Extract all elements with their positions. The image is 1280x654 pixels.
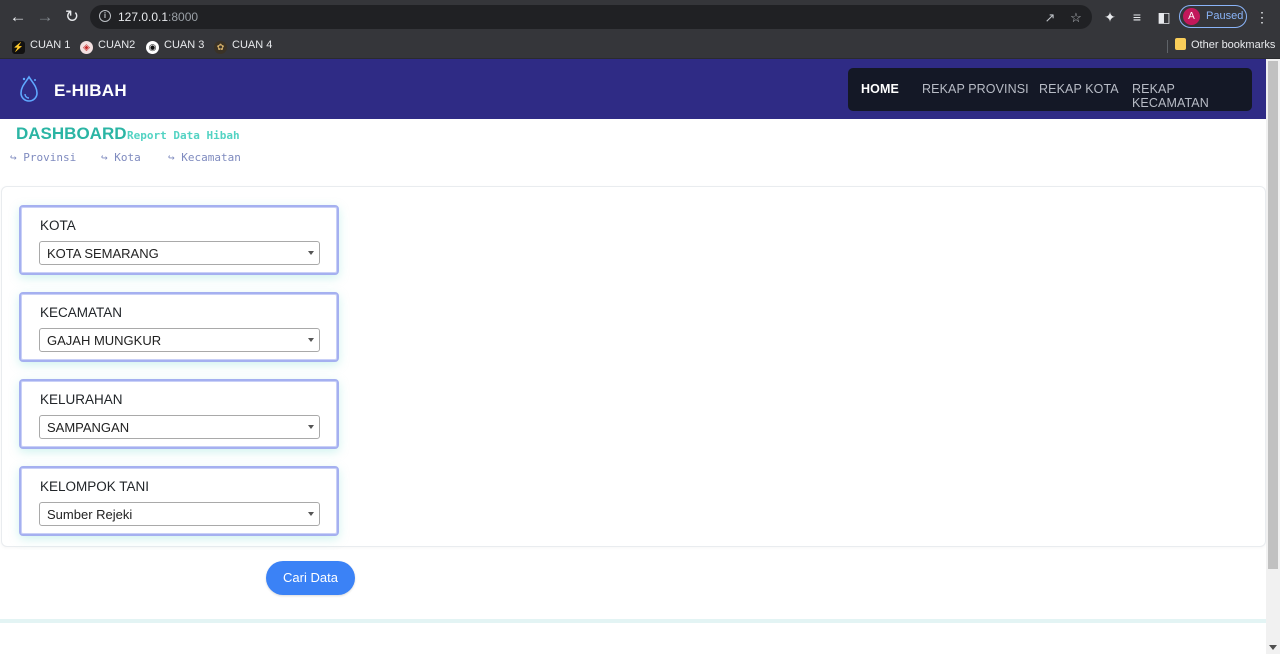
bookmark-cuan-2[interactable]: ◈ CUAN2 [80, 37, 136, 54]
circle-logo-icon: ◉ [146, 41, 159, 54]
url-text[interactable]: 127.0.0.1:8000 [118, 10, 198, 24]
other-bookmarks-label: Other bookmarks [1191, 39, 1276, 51]
url-host: 127.0.0.1 [118, 10, 169, 24]
badge-icon: ✿ [214, 41, 227, 54]
bookmark-label: CUAN 1 [30, 39, 71, 51]
kelurahan-field-box: KELURAHAN SAMPANGAN [19, 379, 339, 449]
chevron-down-icon [308, 251, 314, 255]
menu-item-rekap-provinsi[interactable]: REKAP PROVINSI [922, 82, 1029, 96]
kebab-menu-icon[interactable]: ⋮ [1253, 8, 1271, 26]
kelompok-tani-field-box: KELOMPOK TANI Sumber Rejeki [19, 466, 339, 536]
breadcrumb-label: Provinsi [23, 151, 77, 164]
kota-select[interactable]: KOTA SEMARANG [39, 241, 320, 265]
page-subtitle: Report Data Hibah [127, 129, 240, 142]
lightning-icon: ⚡ [12, 41, 25, 54]
browser-toolbar: ← → ↻ i 127.0.0.1:8000 ↗ ☆ ✦ ≡ ◧ A Pause… [0, 0, 1280, 33]
reload-icon[interactable]: ↻ [62, 7, 82, 27]
chevron-down-icon [308, 338, 314, 342]
kecamatan-field-box: KECAMATAN GAJAH MUNGKUR [19, 292, 339, 362]
site-info-icon[interactable]: i [99, 10, 111, 22]
return-arrow-icon: ↪ [10, 151, 17, 164]
menu-item-rekap-kota[interactable]: REKAP KOTA [1039, 82, 1119, 96]
bookmark-label: CUAN 4 [232, 39, 273, 51]
scroll-down-arrow-icon[interactable] [1269, 645, 1277, 650]
kelurahan-label: KELURAHAN [40, 392, 123, 407]
share-icon[interactable]: ↗ [1041, 10, 1059, 26]
menu-item-home[interactable]: HOME [861, 82, 899, 96]
top-navbar: E-HIBAH HOME REKAP PROVINSI REKAP KOTA R… [0, 59, 1266, 119]
kecamatan-label: KECAMATAN [40, 305, 123, 320]
url-port: :8000 [168, 10, 199, 24]
kecamatan-selected-value: GAJAH MUNGKUR [47, 333, 162, 348]
main-menu: HOME REKAP PROVINSI REKAP KOTA REKAP KEC… [848, 68, 1252, 111]
kelompok-tani-label: KELOMPOK TANI [40, 479, 150, 494]
bookmark-star-icon[interactable]: ☆ [1067, 10, 1085, 26]
bookmark-label: CUAN 3 [164, 39, 205, 51]
breadcrumb-kota[interactable]: ↪ Kota [101, 151, 141, 164]
side-panel-icon[interactable]: ◧ [1155, 8, 1173, 26]
bookmarks-divider [1167, 40, 1168, 53]
kota-selected-value: KOTA SEMARANG [47, 246, 159, 261]
kelompok-tani-select[interactable]: Sumber Rejeki [39, 502, 320, 526]
folder-icon [1175, 38, 1186, 50]
avatar: A [1183, 8, 1200, 25]
bookmark-cuan-4[interactable]: ✿ CUAN 4 [214, 37, 273, 54]
forward-arrow-icon[interactable]: → [35, 7, 55, 27]
breadcrumb-kecamatan[interactable]: ↪ Kecamatan [168, 151, 241, 164]
breadcrumb-label: Kota [114, 151, 141, 164]
kelompok-tani-selected-value: Sumber Rejeki [47, 507, 133, 522]
shield-icon: ◈ [80, 41, 93, 54]
bookmark-cuan-1[interactable]: ⚡ CUAN 1 [12, 37, 71, 54]
page-title: DASHBOARD [16, 124, 127, 143]
page-scrollbar[interactable] [1266, 59, 1280, 654]
kota-label: KOTA [40, 218, 76, 233]
cari-data-button[interactable]: Cari Data [266, 561, 355, 595]
bookmark-label: CUAN2 [98, 39, 136, 51]
profile-button[interactable]: A Paused [1179, 5, 1247, 28]
return-arrow-icon: ↪ [168, 151, 175, 164]
profile-status: Paused [1206, 10, 1244, 22]
address-bar[interactable]: i 127.0.0.1:8000 ↗ ☆ [90, 5, 1092, 29]
return-arrow-icon: ↪ [101, 151, 108, 164]
breadcrumb-label: Kecamatan [181, 151, 241, 164]
chevron-down-icon [308, 425, 314, 429]
chevron-down-icon [308, 512, 314, 516]
filter-form-card: KOTA KOTA SEMARANG KECAMATAN GAJAH MUNGK… [1, 186, 1266, 547]
water-drop-logo-icon [20, 75, 38, 102]
reading-list-icon[interactable]: ≡ [1128, 8, 1146, 26]
page-viewport: E-HIBAH HOME REKAP PROVINSI REKAP KOTA R… [0, 59, 1266, 654]
extensions-puzzle-icon[interactable]: ✦ [1101, 8, 1119, 26]
kelurahan-selected-value: SAMPANGAN [47, 420, 130, 435]
kelurahan-select[interactable]: SAMPANGAN [39, 415, 320, 439]
brand-name[interactable]: E-HIBAH [54, 81, 127, 101]
kota-field-box: KOTA KOTA SEMARANG [19, 205, 339, 275]
other-bookmarks[interactable]: Other bookmarks [1175, 37, 1275, 53]
bookmark-cuan-3[interactable]: ◉ CUAN 3 [146, 37, 205, 54]
scrollbar-thumb[interactable] [1268, 61, 1278, 569]
breadcrumb-provinsi[interactable]: ↪ Provinsi [10, 151, 76, 164]
menu-item-rekap-kecamatan[interactable]: REKAP KECAMATAN [1132, 82, 1252, 110]
footer-divider [0, 619, 1266, 623]
back-arrow-icon[interactable]: ← [8, 7, 28, 27]
kecamatan-select[interactable]: GAJAH MUNGKUR [39, 328, 320, 352]
bookmarks-bar: ⚡ CUAN 1 ◈ CUAN2 ◉ CUAN 3 ✿ CUAN 4 Other boo… [0, 33, 1280, 59]
